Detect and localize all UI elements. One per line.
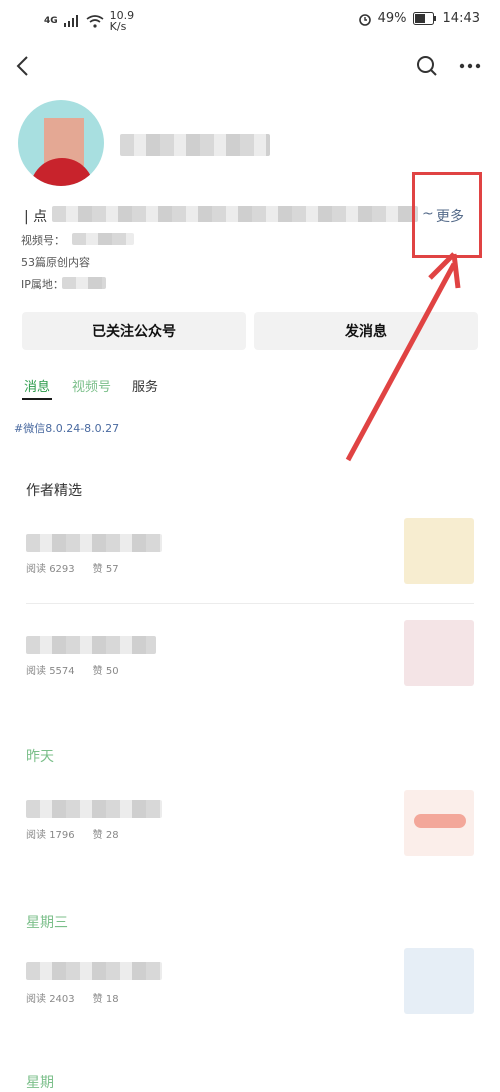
article-title-redacted-4[interactable]	[26, 962, 162, 980]
followed-button[interactable]: 已关注公众号	[22, 312, 246, 350]
more-dots-icon[interactable]	[456, 52, 484, 80]
article-stats-3: 阅读 1796 赞 28	[26, 826, 119, 841]
search-icon[interactable]	[414, 52, 440, 80]
section-wednesday: 星期三	[26, 915, 68, 931]
clock: 14:43	[442, 11, 480, 26]
section-yesterday: 昨天	[26, 749, 54, 765]
ip-location-label: IP属地：	[21, 278, 64, 291]
like-count: 赞 50	[92, 666, 119, 677]
tab-messages[interactable]: 消息	[24, 376, 50, 395]
intro-redacted	[52, 206, 418, 222]
read-count: 阅读 6293	[26, 564, 75, 575]
article-title-redacted-2[interactable]	[26, 636, 156, 654]
tab-services[interactable]: 服务	[132, 376, 158, 395]
wifi-icon	[86, 14, 104, 28]
account-name-redacted	[120, 134, 270, 156]
divider	[26, 603, 474, 604]
thumbnail-banner	[414, 814, 466, 828]
nav-bar	[0, 44, 500, 88]
tab-underline	[22, 398, 52, 400]
like-count: 赞 28	[92, 830, 119, 841]
battery-icon	[412, 12, 436, 25]
article-thumbnail-3[interactable]	[404, 790, 474, 856]
annotation-arrow-icon	[345, 252, 461, 462]
ip-location-redacted	[62, 277, 106, 289]
signal-icon	[63, 15, 78, 27]
avatar-body	[30, 158, 94, 186]
video-channel-redacted	[72, 233, 134, 245]
original-count: 53篇原创内容	[21, 256, 90, 269]
read-count: 阅读 2403	[26, 994, 75, 1005]
net-speed: 10.9 K/s	[110, 10, 135, 32]
article-stats-2: 阅读 5574 赞 50	[26, 662, 119, 677]
tab-video-channel[interactable]: 视频号	[72, 376, 111, 395]
back-arrow-icon[interactable]	[10, 52, 34, 80]
section-partial: 星期	[26, 1075, 54, 1091]
battery-percent: 49%	[377, 11, 407, 26]
article-thumbnail-4[interactable]	[404, 948, 474, 1014]
network-label: 4G	[44, 16, 58, 26]
profile-intro: | 点	[24, 206, 47, 226]
article-title-redacted-3[interactable]	[26, 800, 162, 818]
alarm-icon	[358, 13, 371, 26]
article-thumbnail-1[interactable]	[404, 518, 474, 584]
like-count: 赞 57	[92, 564, 119, 575]
net-speed-unit: K/s	[109, 20, 127, 33]
avatar[interactable]	[18, 100, 104, 186]
article-stats-1: 阅读 6293 赞 57	[26, 560, 119, 575]
intro-prefix: | 点	[24, 209, 48, 225]
read-count: 阅读 1796	[26, 830, 75, 841]
article-stats-4: 阅读 2403 赞 18	[26, 990, 119, 1005]
article-title-redacted-1[interactable]	[26, 534, 162, 552]
status-bar: 4G 10.9 K/s 49% 14:43	[0, 0, 500, 38]
like-count: 赞 18	[92, 994, 119, 1005]
article-thumbnail-2[interactable]	[404, 620, 474, 686]
read-count: 阅读 5574	[26, 666, 75, 677]
section-featured: 作者精选	[26, 483, 82, 499]
video-channel-label: 视频号：	[21, 234, 65, 247]
topic-tag[interactable]: #微信8.0.24-8.0.27	[14, 420, 119, 436]
